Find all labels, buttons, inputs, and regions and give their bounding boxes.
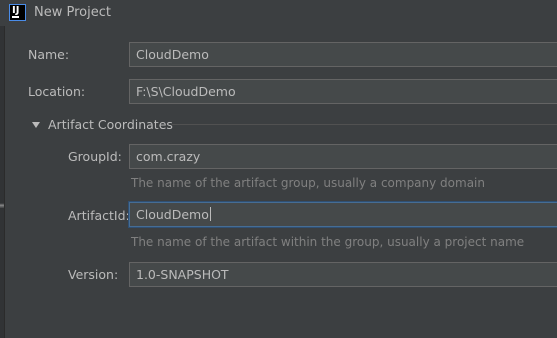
groupid-hint: The name of the artifact group, usually …	[131, 176, 485, 190]
artifactid-label: ArtifactId:	[68, 208, 130, 223]
edge-glyph-icon: ≡	[0, 201, 5, 210]
triangle-down-icon[interactable]	[32, 122, 40, 128]
location-label: Location:	[28, 84, 86, 99]
groupid-label: GroupId:	[68, 149, 122, 164]
location-field[interactable]: F:\S\CloudDemo	[129, 79, 557, 104]
groupid-field[interactable]: com.crazy	[129, 144, 557, 169]
intellij-idea-icon: IJ	[9, 4, 26, 21]
artifact-coordinates-label: Artifact Coordinates	[48, 117, 173, 132]
version-label: Version:	[68, 267, 119, 282]
artifactid-hint: The name of the artifact within the grou…	[131, 235, 525, 249]
text-caret	[209, 207, 211, 221]
version-field[interactable]: 1.0-SNAPSHOT	[129, 262, 557, 287]
name-label: Name:	[28, 47, 70, 62]
section-divider	[172, 124, 557, 125]
left-panel-edge: ≡	[0, 26, 5, 338]
artifactid-field[interactable]: CloudDemo	[129, 202, 557, 227]
title-bar: IJ New Project	[0, 0, 557, 26]
window-title: New Project	[34, 5, 111, 20]
name-field[interactable]: CloudDemo	[129, 42, 557, 67]
artifactid-value: CloudDemo	[136, 207, 209, 222]
